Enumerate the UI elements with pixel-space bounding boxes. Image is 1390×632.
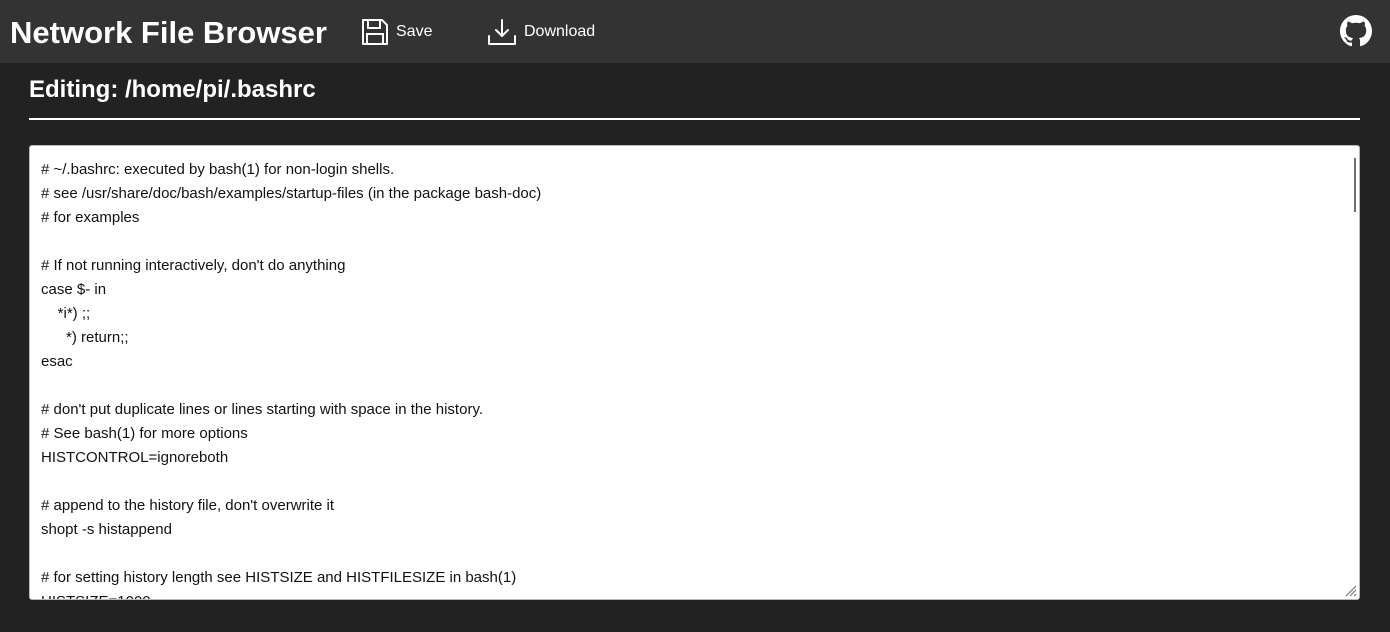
download-icon bbox=[486, 17, 518, 47]
editor-line: *i*) ;; bbox=[41, 305, 91, 322]
floppy-disk-icon bbox=[360, 17, 390, 47]
download-button-label: Download bbox=[524, 23, 596, 40]
heading-divider bbox=[29, 118, 1360, 120]
resize-handle-icon[interactable] bbox=[1343, 583, 1357, 597]
editor-line: # append to the history file, don't over… bbox=[41, 497, 335, 514]
editor-line: # If not running interactively, don't do… bbox=[41, 257, 346, 274]
editor-line: shopt -s histappend bbox=[41, 521, 172, 538]
editor-scrollbar[interactable] bbox=[1354, 158, 1356, 212]
editor-line: # See bash(1) for more options bbox=[41, 425, 248, 442]
editor-line: HISTCONTROL=ignoreboth bbox=[41, 449, 229, 466]
app-title: Network File Browser bbox=[10, 15, 327, 50]
top-navbar: Network File Browser Save Download bbox=[0, 0, 1390, 63]
save-button-label: Save bbox=[396, 23, 433, 40]
editor-line: # for setting history length see HISTSIZ… bbox=[41, 569, 517, 586]
github-icon[interactable] bbox=[1340, 15, 1372, 47]
editor-content[interactable]: # ~/.bashrc: executed by bash(1) for non… bbox=[41, 158, 1339, 599]
editor-line: # for examples bbox=[41, 209, 140, 226]
editor-line: # ~/.bashrc: executed by bash(1) for non… bbox=[41, 161, 395, 178]
editor-line: esac bbox=[41, 353, 73, 370]
editing-file-heading: Editing: /home/pi/.bashrc bbox=[29, 76, 316, 103]
editor-line: HISTSIZE=1000 bbox=[41, 590, 1339, 599]
editor-line: case $- in bbox=[41, 281, 107, 298]
download-button[interactable]: Download bbox=[486, 14, 595, 50]
file-editor-textarea[interactable]: # ~/.bashrc: executed by bash(1) for non… bbox=[29, 145, 1360, 600]
save-button[interactable]: Save bbox=[360, 14, 432, 50]
editor-line: *) return;; bbox=[41, 329, 129, 346]
editor-line: # see /usr/share/doc/bash/examples/start… bbox=[41, 185, 542, 202]
editor-line: # don't put duplicate lines or lines sta… bbox=[41, 401, 483, 418]
